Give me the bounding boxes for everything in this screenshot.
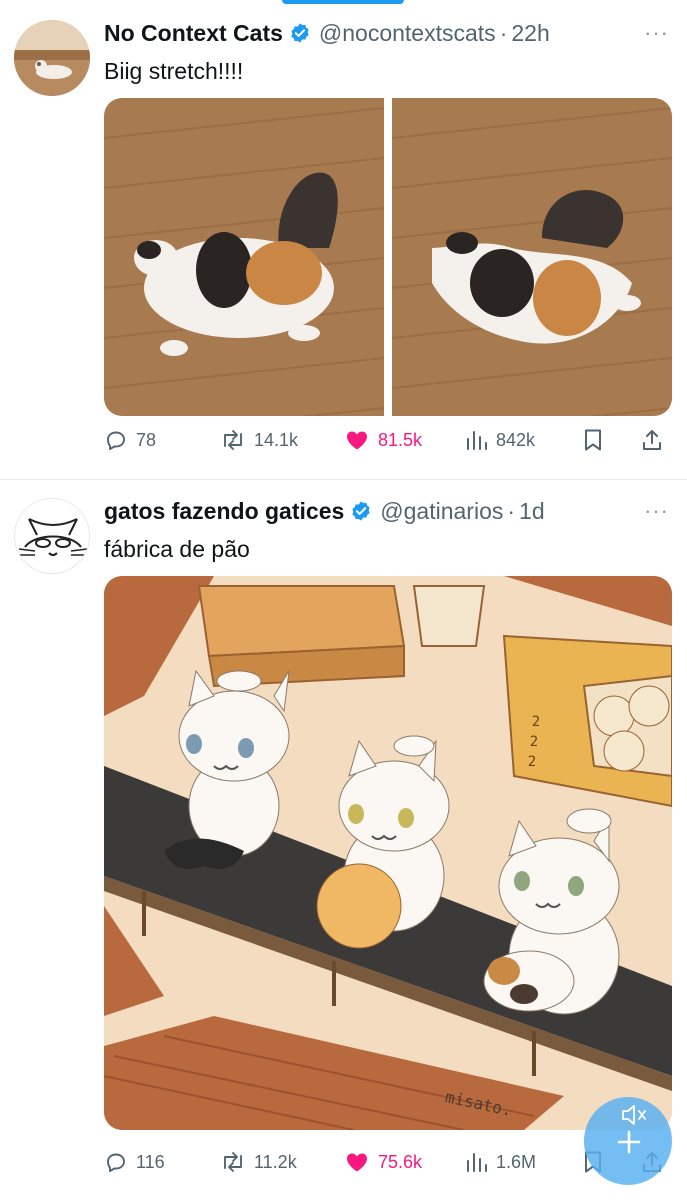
- display-name[interactable]: No Context Cats: [104, 20, 283, 47]
- action-bar: 78 14.1k 81.5k 842k: [104, 428, 664, 458]
- views-count: 842k: [496, 429, 536, 450]
- tweet-media[interactable]: 2 2 2 misato.: [104, 576, 672, 1130]
- separator: ·: [507, 497, 516, 524]
- avatar[interactable]: [14, 20, 90, 96]
- retweet-count: 11.2k: [254, 1151, 297, 1172]
- more-icon[interactable]: ···: [644, 498, 669, 524]
- like-button[interactable]: 81.5k: [344, 428, 422, 452]
- box-number: 2: [530, 734, 538, 750]
- reply-icon: [107, 431, 125, 450]
- handle[interactable]: @nocontextscats: [319, 20, 496, 47]
- timestamp[interactable]: 22h: [511, 20, 549, 47]
- tweet-2[interactable]: gatos fazendo gatices @gatinarios · 1d ·…: [0, 480, 687, 1200]
- timestamp[interactable]: 1d: [519, 498, 545, 525]
- handle[interactable]: @gatinarios: [380, 498, 503, 525]
- tweet-media[interactable]: [104, 98, 672, 416]
- like-count: 75.6k: [378, 1151, 423, 1172]
- more-icon[interactable]: ···: [644, 20, 669, 46]
- reply-count: 78: [136, 429, 157, 450]
- tweet-text: fábrica de pão: [104, 536, 250, 562]
- views-icon: [467, 431, 487, 450]
- tweet-header: No Context Cats @nocontextscats · 22h: [104, 18, 550, 48]
- views-button[interactable]: 1.6M: [464, 1150, 536, 1174]
- reply-button[interactable]: 116: [104, 1150, 165, 1174]
- mute-icon: [622, 1105, 646, 1125]
- compose-icon: [617, 1130, 641, 1154]
- retweet-icon: [224, 1152, 242, 1172]
- box-number: 2: [532, 714, 540, 730]
- display-name[interactable]: gatos fazendo gatices: [104, 498, 344, 525]
- action-bar: 116 11.2k 75.6k 1.6M: [104, 1150, 664, 1180]
- bookmark-icon: [585, 429, 601, 451]
- box-number: 2: [528, 754, 536, 770]
- mute-toggle[interactable]: [615, 1100, 657, 1130]
- like-button[interactable]: 75.6k: [344, 1150, 422, 1174]
- like-icon: [347, 1153, 367, 1172]
- reply-icon: [107, 1153, 125, 1172]
- share-button[interactable]: [640, 428, 672, 452]
- avatar[interactable]: [14, 498, 90, 574]
- views-button[interactable]: 842k: [464, 428, 535, 452]
- retweet-button[interactable]: 14.1k: [220, 428, 298, 452]
- cat-photo-right[interactable]: [391, 98, 672, 416]
- retweet-button[interactable]: 11.2k: [220, 1150, 297, 1174]
- reply-count: 116: [136, 1151, 165, 1172]
- verified-icon: [289, 22, 311, 44]
- bookmark-button[interactable]: [582, 428, 612, 452]
- views-count: 1.6M: [496, 1151, 537, 1172]
- reply-button[interactable]: 78: [104, 428, 156, 452]
- tweet-1[interactable]: No Context Cats @nocontextscats · 22h ··…: [0, 0, 687, 480]
- separator: ·: [499, 19, 508, 46]
- like-icon: [347, 431, 367, 450]
- tweet-header: gatos fazendo gatices @gatinarios · 1d: [104, 496, 545, 526]
- verified-icon: [350, 500, 372, 522]
- cat-photo-left[interactable]: [104, 98, 385, 416]
- retweet-icon: [224, 430, 242, 450]
- like-count: 81.5k: [378, 429, 423, 450]
- tweet-text: Biig stretch!!!!: [104, 58, 244, 84]
- views-icon: [467, 1153, 487, 1172]
- retweet-count: 14.1k: [254, 429, 299, 450]
- share-icon: [643, 430, 661, 450]
